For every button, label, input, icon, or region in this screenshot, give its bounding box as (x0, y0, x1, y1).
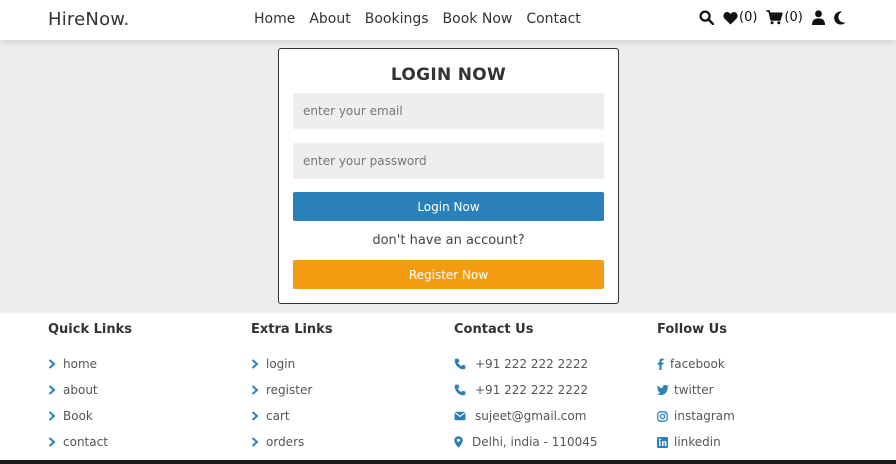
phone-icon (454, 358, 475, 370)
chevron-right-icon (251, 411, 266, 421)
chevron-right-icon (251, 437, 266, 447)
quick-links-title: Quick Links (48, 322, 133, 337)
nav-about[interactable]: About (309, 11, 350, 27)
nav-book-now[interactable]: Book Now (443, 11, 513, 27)
extra-links-title: Extra Links (251, 322, 333, 337)
main-nav: Home About Bookings Book Now Contact (254, 11, 595, 27)
email-field[interactable] (293, 93, 604, 129)
contact-email[interactable]: sujeet@gmail.com (454, 403, 654, 429)
no-account-text: don't have an account? (372, 233, 525, 248)
cart-count: (0) (784, 10, 803, 25)
footer-link-label: Book (63, 409, 93, 423)
contact-phone-2[interactable]: +91 222 222 2222 (454, 377, 654, 403)
extra-links-section: Extra Links login register cart orders (251, 322, 451, 455)
footer-link-label: orders (266, 435, 305, 449)
map-marker-icon (454, 436, 472, 448)
nav-home[interactable]: Home (254, 11, 295, 27)
footer-link-login[interactable]: login (251, 351, 451, 377)
footer-link-orders[interactable]: orders (251, 429, 451, 455)
logo[interactable]: HireNow. (48, 9, 129, 30)
header: HireNow. Home About Bookings Book Now Co… (0, 0, 896, 40)
login-button[interactable]: Login Now (293, 192, 604, 221)
footer-link-cart[interactable]: cart (251, 403, 451, 429)
contact-text: Delhi, india - 110045 (472, 435, 598, 449)
facebook-icon (657, 358, 670, 370)
wishlist-button[interactable]: (0) (723, 10, 757, 25)
bottom-bar (0, 460, 896, 464)
login-title: LOGIN NOW (390, 65, 507, 85)
chevron-right-icon (48, 359, 63, 369)
social-label: twitter (674, 383, 714, 397)
footer-link-contact[interactable]: contact (48, 429, 248, 455)
social-linkedin[interactable]: linkedin (657, 429, 857, 455)
cart-button[interactable]: (0) (766, 10, 803, 25)
footer-link-label: cart (266, 409, 290, 423)
contact-text: +91 222 222 2222 (475, 383, 589, 397)
phone-icon (454, 384, 475, 396)
nav-contact[interactable]: Contact (526, 11, 580, 27)
footer-link-about[interactable]: about (48, 377, 248, 403)
footer-link-label: contact (63, 435, 108, 449)
instagram-icon (657, 410, 674, 422)
user-icon[interactable] (811, 10, 825, 25)
search-icon[interactable] (699, 10, 714, 25)
social-label: linkedin (674, 435, 721, 449)
social-label: facebook (670, 357, 725, 371)
envelope-icon (454, 411, 475, 421)
heart-icon (723, 11, 738, 25)
twitter-icon (657, 385, 674, 395)
dark-mode-toggle-icon[interactable] (833, 10, 846, 25)
contact-text: sujeet@gmail.com (475, 409, 587, 423)
contact-title: Contact Us (454, 322, 534, 337)
footer-link-home[interactable]: home (48, 351, 248, 377)
social-facebook[interactable]: facebook (657, 351, 857, 377)
quick-links-section: Quick Links home about Book contact (48, 322, 248, 455)
footer-link-register[interactable]: register (251, 377, 451, 403)
password-field[interactable] (293, 143, 604, 179)
chevron-right-icon (48, 385, 63, 395)
follow-section: Follow Us facebook twitter instagram lin… (657, 322, 857, 455)
nav-bookings[interactable]: Bookings (365, 11, 429, 27)
register-button[interactable]: Register Now (293, 260, 604, 289)
footer-link-label: login (266, 357, 296, 371)
chevron-right-icon (251, 385, 266, 395)
footer-link-label: register (266, 383, 313, 397)
footer: Quick Links home about Book contact Extr… (0, 313, 896, 460)
page: HireNow. Home About Bookings Book Now Co… (0, 0, 896, 460)
contact-section: Contact Us +91 222 222 2222 +91 222 222 … (454, 322, 654, 455)
chevron-right-icon (48, 411, 63, 421)
contact-address[interactable]: Delhi, india - 110045 (454, 429, 654, 455)
linkedin-icon (657, 436, 674, 448)
contact-text: +91 222 222 2222 (475, 357, 589, 371)
follow-title: Follow Us (657, 322, 727, 337)
chevron-right-icon (251, 359, 266, 369)
social-twitter[interactable]: twitter (657, 377, 857, 403)
contact-phone-1[interactable]: +91 222 222 2222 (454, 351, 654, 377)
footer-link-book[interactable]: Book (48, 403, 248, 429)
social-instagram[interactable]: instagram (657, 403, 857, 429)
login-form: LOGIN NOW Login Now don't have an accoun… (278, 48, 619, 304)
chevron-right-icon (48, 437, 63, 447)
header-icons: (0) (0) (699, 10, 855, 25)
footer-link-label: about (63, 383, 98, 397)
cart-icon (766, 10, 784, 25)
wishlist-count: (0) (739, 10, 758, 25)
social-label: instagram (674, 409, 735, 423)
footer-link-label: home (63, 357, 98, 371)
